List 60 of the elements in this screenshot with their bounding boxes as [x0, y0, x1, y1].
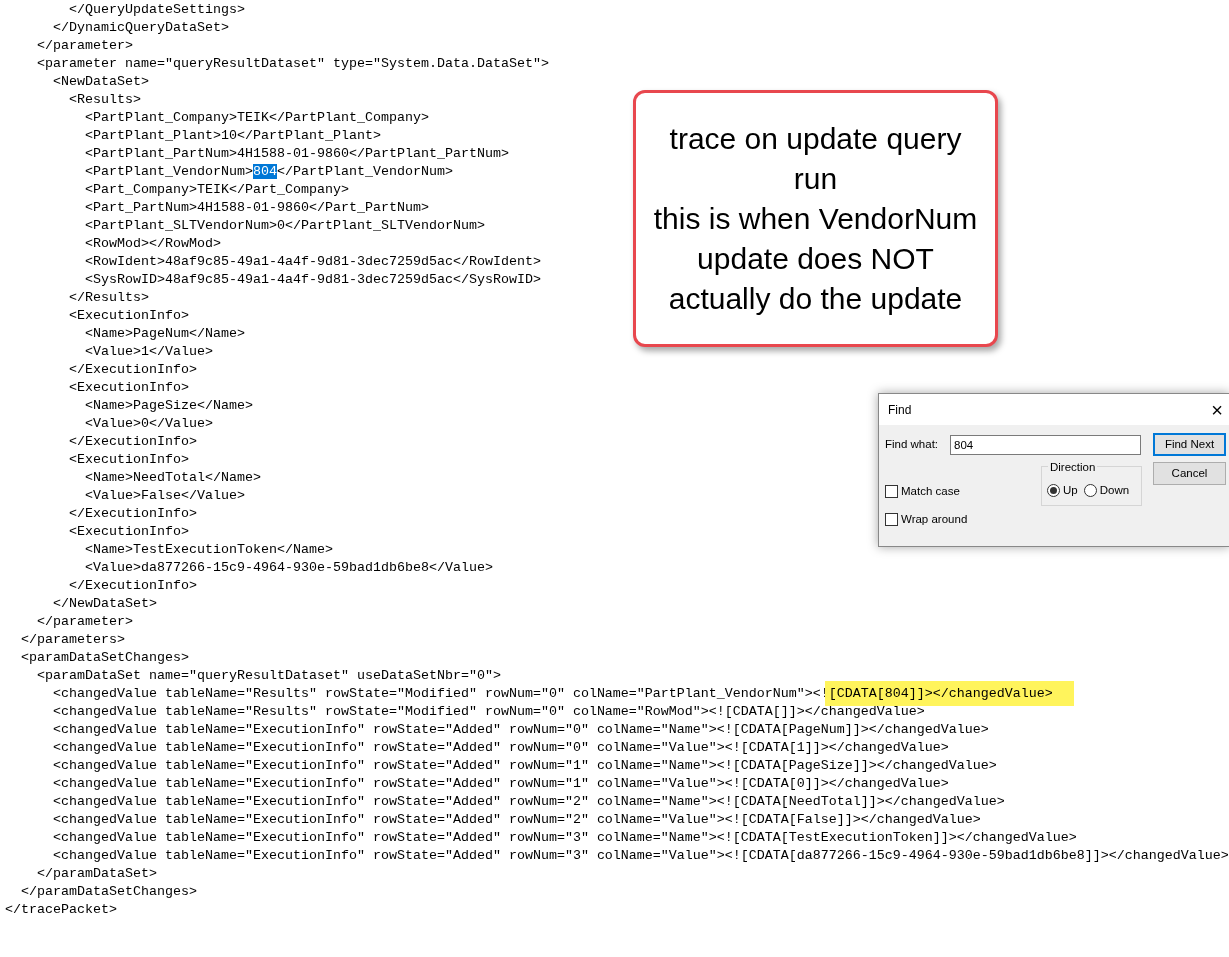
dialog-button[interactable]: Find Next	[1153, 433, 1226, 456]
code-line: <Name>NeedTotal</Name>	[85, 469, 261, 487]
code-line: <changedValue tableName="ExecutionInfo" rowState="Added" rowNum="2" colName="Value"><![CDATA[False]]></changedValue>	[53, 811, 981, 829]
code-line: <changedValue tableName="Results" rowState="Modified" rowNum="0" colName="RowMod"><![CDATA[]]></changedValue>	[53, 703, 925, 721]
code-line: <ExecutionInfo>	[69, 451, 189, 469]
code-line: <Value>False</Value>	[85, 487, 245, 505]
code-line: <Name>TestExecutionToken</Name>	[85, 541, 333, 559]
code-line: <Part_PartNum>4H1588-01-9860</Part_PartNum>	[85, 199, 429, 217]
dialog-button[interactable]: Cancel	[1153, 462, 1226, 485]
code-line: <changedValue tableName="ExecutionInfo" rowState="Added" rowNum="1" colName="Value"><![CDATA[0]]></changedValue>	[53, 775, 949, 793]
code-line: <NewDataSet>	[53, 73, 149, 91]
code-line: <PartPlant_Company>TEIK</PartPlant_Company>	[85, 109, 429, 127]
code-line: <changedValue tableName="ExecutionInfo" rowState="Added" rowNum="0" colName="Name"><![CDATA[PageNum]]></changedValue>	[53, 721, 989, 739]
code-line: </Results>	[69, 289, 149, 307]
code-line: <SysRowID>48af9c85-49a1-4a4f-9d81-3dec7259d5ac</SysRowID>	[85, 271, 541, 289]
code-line: </parameters>	[21, 631, 125, 649]
code-line: <parameter name="queryResultDataset" type="System.Data.DataSet">	[37, 55, 549, 73]
close-button[interactable]: ×	[1205, 399, 1229, 420]
code-line: <ExecutionInfo>	[69, 523, 189, 541]
code-line: <changedValue tableName="ExecutionInfo" rowState="Added" rowNum="3" colName="Name"><![CDATA[TestExecutionToken]]></changedValue>	[53, 829, 1077, 847]
code-line: <ExecutionInfo>	[69, 307, 189, 325]
code-line: </ExecutionInfo>	[69, 433, 197, 451]
callout-text: this is when VendorNum update does NOT actually do the update	[652, 200, 979, 317]
code-line: </NewDataSet>	[53, 595, 157, 613]
code-line: <PartPlant_PartNum>4H1588-01-9860</PartPlant_PartNum>	[85, 145, 509, 163]
code-line: <RowMod></RowMod>	[85, 235, 221, 253]
code-line: <paramDataSetChanges>	[21, 649, 189, 667]
code-line: <changedValue tableName="ExecutionInfo" rowState="Added" rowNum="1" colName="Name"><![CDATA[PageSize]]></changedValue>	[53, 757, 997, 775]
radio-option[interactable]: Down	[1083, 481, 1130, 500]
code-line: <Name>PageNum</Name>	[85, 325, 245, 343]
dialog-title: Find	[888, 401, 912, 419]
code-line: <Results>	[69, 91, 141, 109]
code-line: <Part_Company>TEIK</Part_Company>	[85, 181, 349, 199]
code-line: <paramDataSet name="queryResultDataset" useDataSetNbr="0">	[37, 667, 501, 685]
code-line: <Value>da877266-15c9-4964-930e-59bad1db6be8</Value>	[85, 559, 493, 577]
search-field[interactable]: 804	[950, 435, 1141, 455]
field-label: Find what:	[885, 437, 940, 453]
code-line: </ExecutionInfo>	[69, 361, 197, 379]
code-line: </parameter>	[37, 613, 133, 631]
code-line: <changedValue tableName="ExecutionInfo" rowState="Added" rowNum="0" colName="Value"><![CDATA[1]]></changedValue>	[53, 739, 949, 757]
code-line: <Name>PageSize</Name>	[85, 397, 253, 415]
code-line: <changedValue tableName="ExecutionInfo" rowState="Added" rowNum="2" colName="Name"><![CDATA[NeedTotal]]></changedValue>	[53, 793, 1005, 811]
checkbox-option[interactable]: Match case	[885, 483, 968, 501]
code-line: </tracePacket>	[5, 901, 117, 919]
code-line: <PartPlant_Plant>10</PartPlant_Plant>	[85, 127, 381, 145]
code-line: </ExecutionInfo>	[69, 505, 197, 523]
checkbox-option[interactable]: Wrap around	[885, 511, 968, 529]
code-line: <Value>0</Value>	[85, 415, 213, 433]
code-line: </parameter>	[37, 37, 133, 55]
code-line: </paramDataSet>	[37, 865, 157, 883]
code-line: </paramDataSetChanges>	[21, 883, 197, 901]
code-line: </DynamicQueryDataSet>	[53, 19, 229, 37]
code-line: </ExecutionInfo>	[69, 577, 197, 595]
code-line: <RowIdent>48af9c85-49a1-4a4f-9d81-3dec7259d5ac</RowIdent>	[85, 253, 541, 271]
radio-option[interactable]: Up	[1047, 481, 1078, 500]
code-line: <PartPlant_SLTVendorNum>0</PartPlant_SLTVendorNum>	[85, 217, 485, 235]
code-line: <ExecutionInfo>	[69, 379, 189, 397]
code-line: <changedValue tableName="ExecutionInfo" rowState="Added" rowNum="3" colName="Value"><![CDATA[da877266-15c9-4964-930e-59bad1db6be8]]></changedValue>	[53, 847, 1229, 865]
code-line: <Value>1</Value>	[85, 343, 213, 361]
code-line: </QueryUpdateSettings>	[69, 1, 245, 19]
